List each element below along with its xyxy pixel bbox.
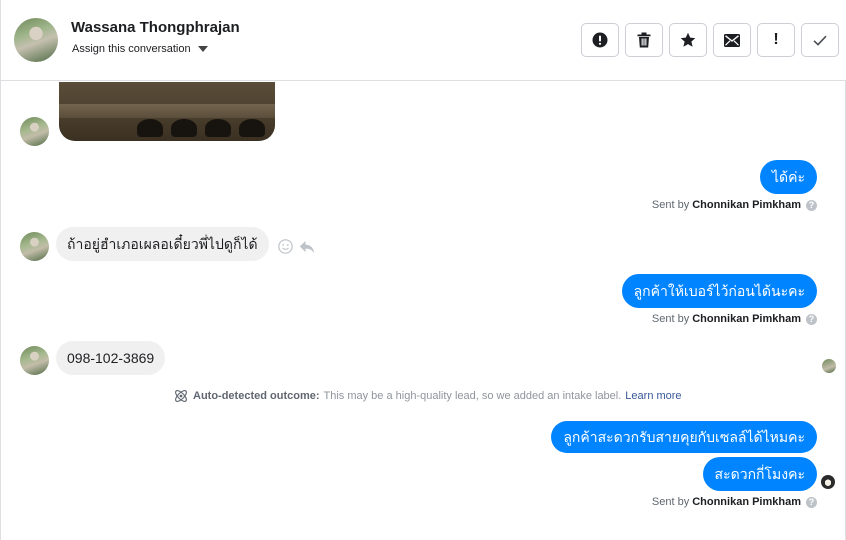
envelope-icon <box>724 33 740 47</box>
star-icon <box>680 32 696 47</box>
mark-done-button[interactable] <box>801 23 839 57</box>
message-bubble-outgoing[interactable]: สะดวกกี่โมงคะ <box>702 457 817 491</box>
assign-conversation-dropdown[interactable]: Assign this conversation <box>72 43 208 55</box>
exclamation-icon: ! <box>773 31 779 48</box>
message-bubble-outgoing[interactable]: ลูกค้าสะดวกรับสายคุยกับเซลล์ได้ไหมคะ <box>551 421 817 453</box>
assign-label: Assign this conversation <box>72 43 191 55</box>
reply-arrow-icon[interactable] <box>299 240 315 254</box>
conversation-panel: Wassana Thongphrajan Assign this convers… <box>0 0 846 540</box>
sender-name[interactable]: Chonnikan Pimkham <box>692 496 801 508</box>
alert-circle-icon <box>592 32 608 48</box>
contact-avatar[interactable] <box>14 18 58 62</box>
contact-avatar-small[interactable] <box>20 346 49 375</box>
seen-avatar <box>822 359 836 373</box>
message-bubble-incoming[interactable]: ถ้าอยู่ฮำเภอเผลอเดี๋ยวพี่ไปดูก็ได้ <box>56 227 269 261</box>
star-button[interactable] <box>669 23 707 57</box>
atom-icon <box>175 390 187 402</box>
conversation-actions: ! <box>581 23 839 57</box>
delete-button[interactable] <box>625 23 663 57</box>
sent-by-label: Sent by Chonnikan Pimkham ? <box>652 496 817 508</box>
sender-name[interactable]: Chonnikan Pimkham <box>692 313 801 325</box>
contact-avatar-small[interactable] <box>20 117 49 146</box>
learn-more-link[interactable]: Learn more <box>625 390 681 402</box>
sent-by-label: Sent by Chonnikan Pimkham ? <box>652 199 817 211</box>
sent-by-label: Sent by Chonnikan Pimkham ? <box>652 313 817 325</box>
message-bubble-incoming[interactable]: 098-102-3869 <box>56 341 166 375</box>
sender-name[interactable]: Chonnikan Pimkham <box>692 199 801 211</box>
follow-up-button[interactable]: ! <box>757 23 795 57</box>
checkmark-icon <box>813 35 827 46</box>
image-attachment[interactable] <box>59 82 275 141</box>
help-icon[interactable]: ? <box>806 199 817 211</box>
seen-avatar <box>821 475 835 489</box>
mark-unread-button[interactable] <box>713 23 751 57</box>
trash-icon <box>637 32 651 48</box>
message-bubble-outgoing[interactable]: ลูกค้าให้เบอร์ไว้ก่อนได้นะคะ <box>621 274 817 308</box>
auto-detected-outcome-notice: Auto-detected outcome: This may be a hig… <box>173 388 682 404</box>
contact-name[interactable]: Wassana Thongphrajan <box>71 19 240 36</box>
spam-button[interactable] <box>581 23 619 57</box>
caret-down-icon <box>197 46 208 52</box>
auto-detected-label: Auto-detected outcome: <box>193 390 320 402</box>
react-smiley-icon[interactable] <box>278 239 293 254</box>
help-icon[interactable]: ? <box>806 496 817 508</box>
help-icon[interactable]: ? <box>806 313 817 325</box>
message-bubble-outgoing[interactable]: ได้ค่ะ <box>759 160 817 194</box>
auto-detected-text: This may be a high-quality lead, so we a… <box>323 390 622 402</box>
conversation-header: Wassana Thongphrajan Assign this convers… <box>1 0 846 81</box>
message-hover-actions <box>278 239 315 254</box>
contact-avatar-small[interactable] <box>20 232 49 261</box>
